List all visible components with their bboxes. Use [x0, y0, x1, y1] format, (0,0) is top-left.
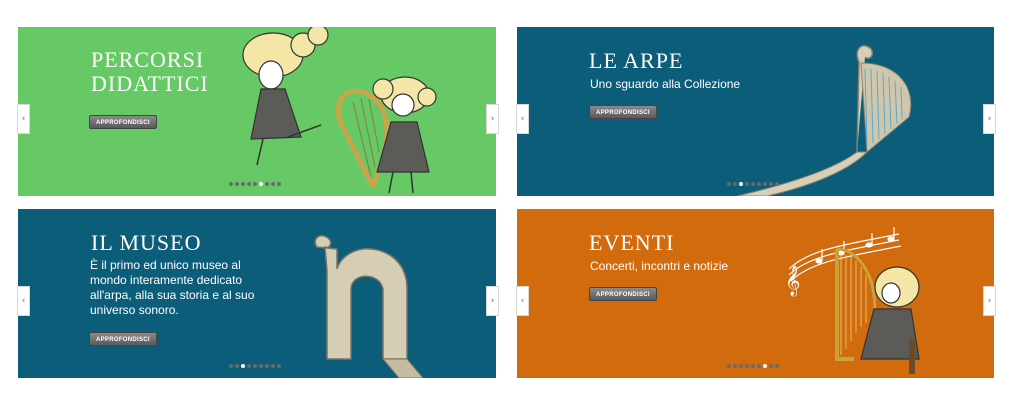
- slide-dots[interactable]: [727, 364, 779, 368]
- pagination-dot[interactable]: [745, 364, 749, 368]
- slide-dots[interactable]: [727, 182, 779, 186]
- pagination-dot-active[interactable]: [259, 182, 263, 186]
- slide-description: È il primo ed unico museo al mondo inter…: [90, 258, 255, 317]
- approfondisci-button[interactable]: APPROFONDISCI: [589, 287, 657, 301]
- next-slide-button[interactable]: ›: [983, 104, 996, 134]
- pagination-dot[interactable]: [757, 364, 761, 368]
- pagination-dot[interactable]: [769, 364, 773, 368]
- slide-title: EVENTI: [589, 230, 675, 255]
- pagination-dot[interactable]: [229, 182, 233, 186]
- slide-subtitle: Uno sguardo alla Collezione: [590, 77, 741, 91]
- prev-slide-button[interactable]: ‹: [17, 104, 30, 134]
- approfondisci-button[interactable]: APPROFONDISCI: [89, 332, 157, 346]
- pagination-dot[interactable]: [253, 182, 257, 186]
- pagination-dot[interactable]: [727, 182, 731, 186]
- pagination-dot[interactable]: [727, 364, 731, 368]
- pagination-dot[interactable]: [247, 182, 251, 186]
- pagination-dot-active[interactable]: [763, 364, 767, 368]
- pagination-dot[interactable]: [235, 364, 239, 368]
- pagination-dot[interactable]: [229, 364, 233, 368]
- pagination-dot[interactable]: [271, 364, 275, 368]
- pagination-dot[interactable]: [733, 364, 737, 368]
- pagination-dot[interactable]: [751, 364, 755, 368]
- approfondisci-button[interactable]: APPROFONDISCI: [89, 115, 157, 129]
- pagination-dot[interactable]: [265, 182, 269, 186]
- pagination-dot-active[interactable]: [739, 182, 743, 186]
- next-slide-button[interactable]: ›: [486, 286, 499, 316]
- slider-percorsi-didattici: PERCORSI DIDATTICI APPROFONDISCI: [18, 27, 496, 196]
- pagination-dot[interactable]: [277, 364, 281, 368]
- harpist-illustration: 𝄞: [785, 227, 920, 374]
- pagination-dot[interactable]: [739, 364, 743, 368]
- pagination-dot-active[interactable]: [241, 364, 245, 368]
- prev-slide-button[interactable]: ‹: [516, 286, 529, 316]
- pagination-dot[interactable]: [247, 364, 251, 368]
- pagination-dot[interactable]: [763, 182, 767, 186]
- next-slide-button[interactable]: ›: [486, 104, 499, 134]
- pagination-dot[interactable]: [277, 182, 281, 186]
- slide-title: PERCORSI DIDATTICI: [91, 47, 209, 96]
- harp-monument-illustration: [314, 235, 424, 378]
- slide-dots[interactable]: [229, 182, 281, 186]
- pagination-dot[interactable]: [259, 364, 263, 368]
- pagination-dot[interactable]: [253, 364, 257, 368]
- svg-text:𝄞: 𝄞: [785, 265, 800, 297]
- girls-with-harp-illustration: [242, 27, 437, 194]
- prev-slide-button[interactable]: ‹: [516, 104, 529, 134]
- pagination-dot[interactable]: [775, 364, 779, 368]
- harp-illustration: [737, 45, 912, 196]
- pagination-dot[interactable]: [265, 364, 269, 368]
- pagination-dot[interactable]: [235, 182, 239, 186]
- slider-eventi: EVENTI Concerti, incontri e notizie APPR…: [517, 209, 994, 378]
- slider-il-museo: IL MUSEO È il primo ed unico museo al mo…: [18, 209, 496, 378]
- slide-title: IL MUSEO: [91, 230, 202, 255]
- pagination-dot[interactable]: [745, 182, 749, 186]
- approfondisci-button[interactable]: APPROFONDISCI: [589, 105, 657, 119]
- next-slide-button[interactable]: ›: [983, 286, 996, 316]
- slide-subtitle: Concerti, incontri e notizie: [590, 259, 729, 273]
- slide-title: LE ARPE: [589, 48, 684, 73]
- pagination-dot[interactable]: [271, 182, 275, 186]
- pagination-dot[interactable]: [769, 182, 773, 186]
- pagination-dot[interactable]: [751, 182, 755, 186]
- pagination-dot[interactable]: [241, 182, 245, 186]
- pagination-dot[interactable]: [733, 182, 737, 186]
- slide-dots[interactable]: [229, 364, 281, 368]
- prev-slide-button[interactable]: ‹: [17, 286, 30, 316]
- pagination-dot[interactable]: [775, 182, 779, 186]
- pagination-dot[interactable]: [757, 182, 761, 186]
- slider-le-arpe: LE ARPE Uno sguardo alla Collezione APPR…: [517, 27, 994, 196]
